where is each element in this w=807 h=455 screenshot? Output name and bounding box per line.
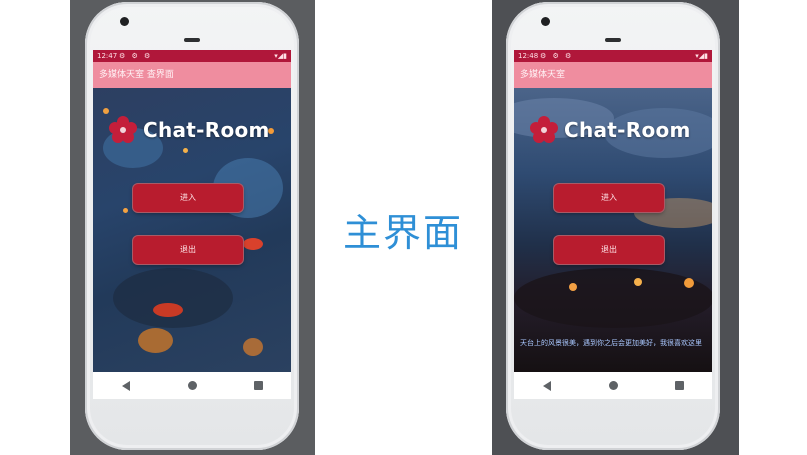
enter-button[interactable]: 进入 (554, 184, 664, 212)
status-bar: 12:48 ⚙ ⚙ ⚙ ▾◢▮ (514, 50, 712, 62)
recent-square-icon[interactable] (251, 379, 265, 393)
home-circle-icon[interactable] (606, 379, 620, 393)
front-camera-icon (120, 17, 129, 26)
right-phone-screen: 12:48 ⚙ ⚙ ⚙ ▾◢▮ 多媒体天室 Chat-Room 进入 退出 天台… (514, 50, 712, 399)
background-image: Chat-Room 进入 退出 (93, 88, 291, 372)
plum-flower-icon (109, 116, 137, 143)
back-triangle-icon[interactable] (119, 379, 133, 393)
signal-battery-icon: ▾◢▮ (695, 52, 708, 60)
exit-button[interactable]: 退出 (133, 236, 243, 264)
enter-button[interactable]: 进入 (133, 184, 243, 212)
back-triangle-icon[interactable] (540, 379, 554, 393)
app-bar: 多媒体天室 查界面 (93, 62, 291, 88)
app-title: 多媒体天室 (520, 70, 566, 80)
earpiece-icon (184, 38, 200, 42)
status-bar: 12:47 ⚙ ⚙ ⚙ ▾◢▮ (93, 50, 291, 62)
app-bar: 多媒体天室 (514, 62, 712, 88)
left-device-panel: 12:47 ⚙ ⚙ ⚙ ▾◢▮ 多媒体天室 查界面 Chat-Room 进入 退… (70, 0, 315, 455)
navigation-bar (514, 372, 712, 399)
left-phone-frame: 12:47 ⚙ ⚙ ⚙ ▾◢▮ 多媒体天室 查界面 Chat-Room 进入 退… (85, 2, 299, 450)
plum-flower-icon (530, 116, 558, 143)
home-circle-icon[interactable] (185, 379, 199, 393)
app-title: 多媒体天室 查界面 (99, 70, 174, 80)
recent-square-icon[interactable] (672, 379, 686, 393)
earpiece-icon (605, 38, 621, 42)
signal-battery-icon: ▾◢▮ (274, 52, 287, 60)
status-icons: ⚙ ⚙ ⚙ (119, 52, 153, 60)
logo-text: Chat-Room (564, 118, 691, 142)
main-interface-label: 主界面 (342, 211, 463, 255)
status-time: 12:48 (518, 52, 539, 60)
front-camera-icon (541, 17, 550, 26)
scene-caption: 天台上的风景很美，遇到你之后会更加美好，我很喜欢这里 (520, 339, 702, 347)
status-icons: ⚙ ⚙ ⚙ (540, 52, 574, 60)
logo-text: Chat-Room (143, 118, 270, 142)
navigation-bar (93, 372, 291, 399)
exit-button[interactable]: 退出 (554, 236, 664, 264)
background-image: Chat-Room 进入 退出 天台上的风景很美，遇到你之后会更加美好，我很喜欢… (514, 88, 712, 372)
app-logo: Chat-Room (530, 116, 691, 144)
left-phone-screen: 12:47 ⚙ ⚙ ⚙ ▾◢▮ 多媒体天室 查界面 Chat-Room 进入 退… (93, 50, 291, 399)
status-time: 12:47 (97, 52, 118, 60)
app-logo: Chat-Room (109, 116, 270, 144)
right-phone-frame: 12:48 ⚙ ⚙ ⚙ ▾◢▮ 多媒体天室 Chat-Room 进入 退出 天台… (506, 2, 720, 450)
right-device-panel: 12:48 ⚙ ⚙ ⚙ ▾◢▮ 多媒体天室 Chat-Room 进入 退出 天台… (492, 0, 739, 455)
